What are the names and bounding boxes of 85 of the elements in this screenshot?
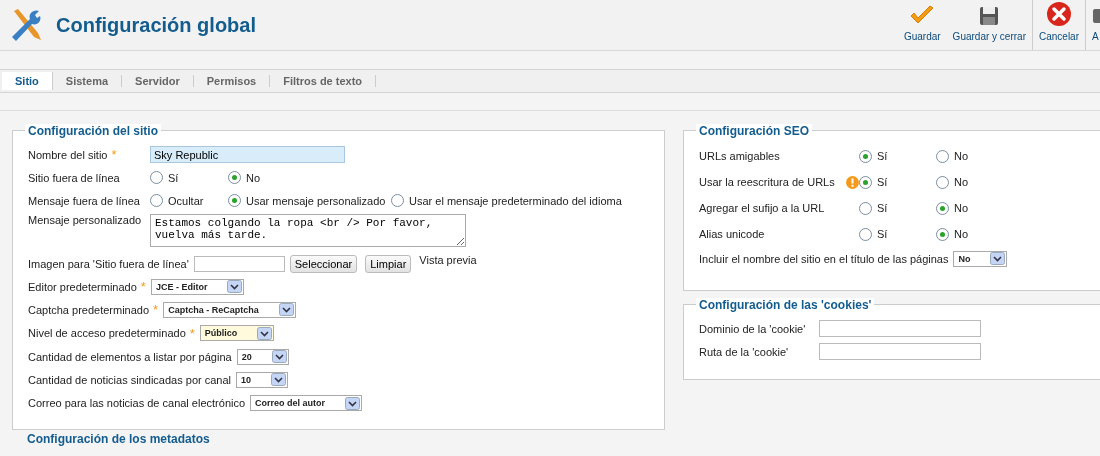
option-label: No — [954, 228, 969, 240]
input-field[interactable] — [819, 343, 981, 360]
preview-label: Vista previa — [419, 254, 477, 266]
caret-icon — [345, 396, 361, 410]
caret-icon — [257, 326, 273, 340]
required-mark: * — [140, 279, 146, 295]
section-title: Configuración de las 'cookies' — [696, 298, 875, 312]
field-label: Incluir el nombre del sitio en el título de las páginas — [699, 252, 949, 265]
field-label: Usar la reescritura de URLs — [699, 176, 835, 188]
option-label: No — [954, 176, 969, 188]
field-label: Cantidad de noticias sindicadas por canal — [28, 373, 232, 386]
required-mark: * — [189, 325, 195, 341]
dropdown[interactable]: Correo del autor — [250, 395, 363, 412]
option-label: No — [246, 171, 261, 184]
radio-button[interactable] — [150, 194, 163, 207]
field-label: Ruta de la 'cookie' — [699, 345, 789, 358]
option-label: Ocultar — [168, 194, 204, 207]
input-field[interactable] — [193, 255, 285, 272]
field-label: Captcha predeterminado — [28, 303, 150, 316]
caret-icon — [990, 252, 1006, 265]
caret-icon — [227, 280, 243, 294]
button[interactable]: Limpiar — [365, 254, 412, 273]
field-label: Mensaje fuera de línea — [28, 194, 140, 207]
section-title: Configuración del sitio — [25, 124, 161, 138]
section-title: Configuración SEO — [696, 124, 812, 138]
radio-button[interactable] — [936, 149, 949, 163]
option-label: Usar mensaje personalizado — [246, 194, 386, 207]
dropdown[interactable]: JCE - Editor — [150, 278, 245, 295]
field-label: URLs amigables — [699, 150, 780, 162]
close-icon — [1046, 1, 1072, 27]
radio-button[interactable] — [859, 149, 872, 163]
dropdown[interactable]: Captcha - ReCaptcha — [163, 301, 296, 318]
radio-button[interactable] — [859, 175, 872, 189]
radio-button[interactable] — [391, 194, 404, 207]
radio-button[interactable] — [859, 227, 872, 241]
text-area[interactable]: Estamos colgando la ropa <br /> Por favor, vuelva más tarde. — [150, 214, 466, 247]
radio-button[interactable] — [936, 227, 949, 241]
option-label: Sí — [877, 176, 888, 188]
option-label: Sí — [877, 202, 888, 214]
field-label: Agregar el sufijo a la URL — [699, 202, 825, 214]
option-label: No — [954, 202, 969, 214]
field-label: Cantidad de elementos a listar por página — [28, 350, 232, 363]
option-label: No — [954, 150, 969, 162]
button[interactable]: Seleccionar — [289, 254, 358, 273]
field-label: Dominio de la 'cookie' — [699, 322, 806, 335]
input-field[interactable]: Sky Republic — [150, 146, 345, 163]
option-label: Sí — [168, 171, 179, 184]
save-button[interactable]: Guardar — [897, 0, 947, 50]
required-mark: * — [153, 302, 159, 318]
section-title: Configuración de los metadatos — [26, 430, 210, 446]
dropdown[interactable]: 10 — [236, 371, 289, 388]
tab[interactable]: Sistema — [52, 75, 123, 87]
radio-button[interactable] — [228, 171, 241, 184]
dropdown[interactable]: No — [953, 250, 1008, 267]
radio-button[interactable] — [228, 194, 241, 207]
tab[interactable]: Sitio — [2, 72, 53, 90]
option-label: Sí — [877, 150, 888, 162]
dropdown[interactable]: Público — [199, 325, 275, 342]
field-label: Nombre del sitio — [28, 148, 108, 161]
caret-icon — [271, 350, 287, 364]
field-label: Editor predeterminado — [28, 280, 137, 293]
radio-button[interactable] — [150, 171, 163, 184]
field-label: Mensaje personalizado — [28, 214, 142, 226]
field-label: Sitio fuera de línea — [28, 171, 120, 184]
option-label: Sí — [877, 228, 888, 240]
cancel-button[interactable]: Cancelar — [1031, 0, 1085, 50]
radio-button[interactable] — [936, 175, 949, 189]
radio-button[interactable] — [936, 201, 949, 215]
caret-icon — [271, 373, 287, 387]
field-label: Alias unicode — [699, 228, 765, 240]
field-label: Imagen para 'Sitio fuera de línea' — [28, 257, 189, 270]
tab[interactable]: Permisos — [193, 75, 271, 87]
required-mark: * — [111, 147, 117, 162]
cut-button[interactable]: A — [1085, 0, 1100, 50]
save-close-button[interactable]: Guardar y cerrar — [946, 0, 1032, 50]
dropdown[interactable]: 20 — [236, 348, 289, 365]
field-label: Correo para las noticias de canal electrónico — [28, 397, 246, 410]
radio-button[interactable] — [859, 201, 872, 215]
tab[interactable]: Filtros de texto — [270, 75, 377, 87]
field-label: Nivel de acceso predeterminado — [28, 327, 186, 340]
tab[interactable]: Servidor — [122, 75, 194, 87]
option-label: Usar el mensaje predeterminado del idioma — [409, 194, 622, 207]
input-field[interactable] — [819, 320, 981, 337]
caret-icon — [278, 303, 294, 317]
page-title: Configuración global — [56, 13, 257, 37]
